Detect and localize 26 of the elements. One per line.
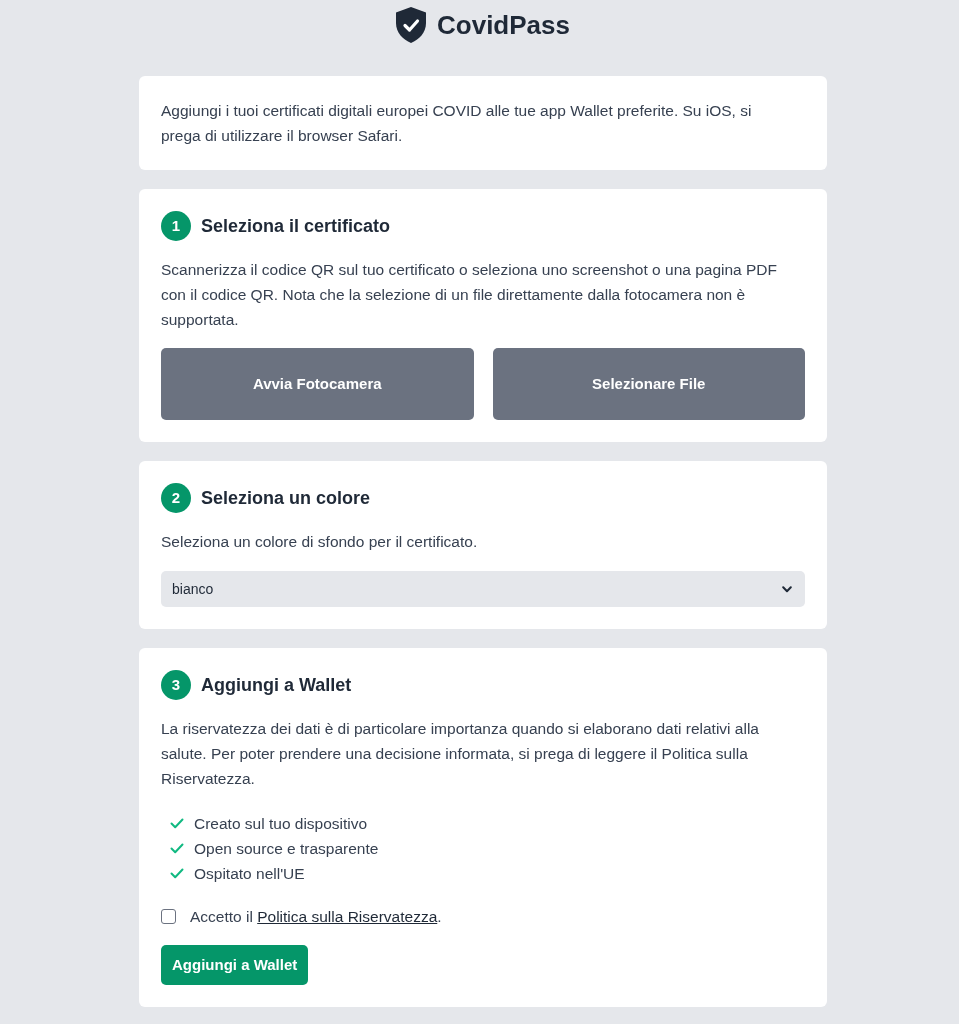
consent-label: Accetto il Politica sulla Riservatezza. — [190, 907, 442, 927]
check-icon — [170, 843, 184, 854]
step-description: La riservatezza dei dati è di particolare importanza quando si elaborano dati relativi alla salute. Per poter prendere una decisione informata, si prega di leggere il Politica sulla Riservatezza. — [161, 719, 760, 789]
step-title: Seleziona il certificato — [201, 215, 391, 238]
step-title: Aggiungi a Wallet — [201, 674, 352, 697]
step-number-badge: 1 — [161, 211, 191, 241]
step-description: Seleziona un colore di sfondo per il certificato. — [161, 532, 479, 552]
shield-check-icon — [396, 7, 426, 43]
feature-text: Ospitato nell'UE — [194, 864, 305, 884]
action-button[interactable]: Selezionare File — [492, 348, 805, 420]
feature-text: Open source e trasparente — [194, 839, 379, 859]
select-value: bianco — [172, 579, 214, 599]
check-icon — [170, 818, 184, 829]
intro-text: Aggiungi i tuoi certificati digitali europei COVID alle tue app Wallet preferite. Su iOS, si prega di utilizzare il browser Safari. — [161, 101, 753, 146]
chevron-down-icon — [782, 585, 792, 593]
check-icon — [170, 868, 184, 879]
step-description: Scannerizza il codice QR sul tuo certificato o seleziona uno screenshot o una pagina PDF con il codice QR. Nota che la selezione di un file direttamente dalla fotocamera non è supportata. — [161, 260, 779, 330]
add-to-wallet-button[interactable]: Aggiungi a Wallet — [161, 945, 309, 985]
step-number-badge: 2 — [161, 483, 191, 513]
action-button[interactable]: Avvia Fotocamera — [161, 348, 474, 420]
feature-text: Creato sul tuo dispositivo — [194, 814, 368, 834]
app-title: CovidPass — [437, 8, 570, 42]
step-title: Seleziona un colore — [201, 487, 371, 510]
step-number-badge: 3 — [161, 670, 191, 700]
color-select[interactable]: bianco — [161, 571, 805, 607]
consent-checkbox[interactable] — [161, 909, 176, 924]
